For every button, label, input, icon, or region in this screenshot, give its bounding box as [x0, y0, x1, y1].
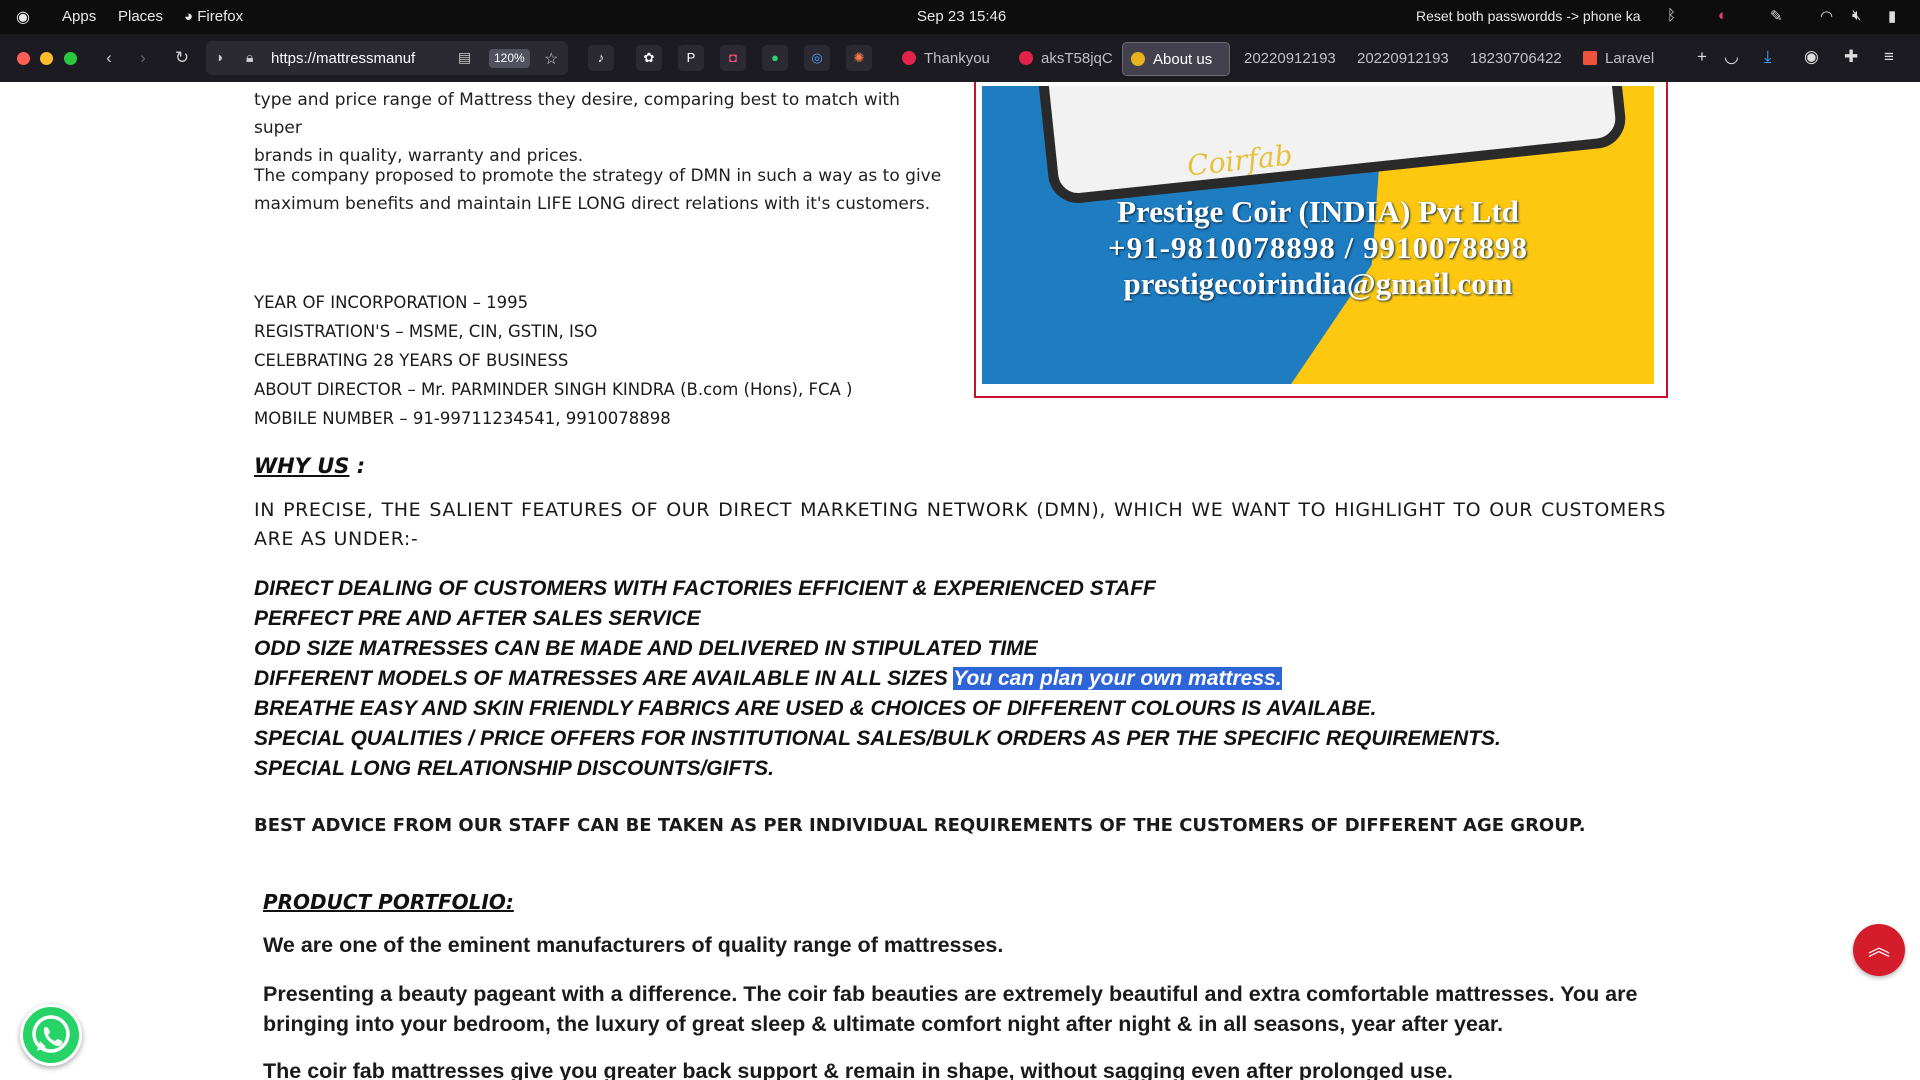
pinned-tab-openai-icon[interactable]: ✿ — [636, 45, 662, 71]
pen-icon[interactable]: ✎ — [1770, 7, 1783, 25]
forward-icon[interactable]: › — [131, 46, 155, 70]
why-us-heading: WHY US : — [254, 454, 366, 478]
fact-item: REGISTRATION'S – MSME, CIN, GSTIN, ISO — [254, 322, 598, 341]
pinned-tab-whatsapp-icon[interactable]: ● — [762, 45, 788, 71]
advice-statement: BEST ADVICE FROM OUR STAFF CAN BE TAKEN … — [254, 815, 1586, 836]
clock[interactable]: Sep 23 15:46 — [917, 8, 1006, 25]
product-portfolio-heading: PRODUCT PORTFOLIO: — [263, 890, 514, 914]
banner-phones: +91-9810078898 / 9910078898 — [1107, 230, 1529, 265]
strategy-paragraph: The company proposed to promote the stra… — [254, 166, 942, 214]
portfolio-paragraph: The coir fab mattresses give you greater… — [263, 1059, 1453, 1080]
wifi-icon[interactable]: ◠ — [1820, 7, 1833, 25]
tab-1[interactable]: aksT58jqC — [1011, 42, 1121, 74]
tab-3[interactable]: 20220912193 — [1236, 42, 1342, 74]
feature-item: PERFECT PRE AND AFTER SALES SERVICE — [254, 607, 701, 630]
fact-item: CELEBRATING 28 YEARS OF BUSINESS — [254, 351, 569, 370]
banner-email: prestigecoirindia@gmail.com — [1123, 266, 1513, 301]
system-top-bar: ◉ Apps Places ◕ Firefox Sep 23 15:46 Res… — [0, 0, 1920, 34]
reader-view-icon[interactable]: ▤ — [458, 49, 471, 66]
fact-item: YEAR OF INCORPORATION – 1995 — [254, 293, 529, 312]
bookmark-star-icon[interactable]: ☆ — [544, 49, 558, 69]
tab-6[interactable]: Laravel — [1575, 42, 1681, 74]
whatsapp-icon — [32, 1015, 70, 1053]
tab-5[interactable]: 18230706422 — [1462, 42, 1568, 74]
pinned-tab-audio-icon[interactable]: ♪ — [588, 45, 614, 71]
intro-paragraph: type and price range of Mattress they de… — [254, 90, 900, 166]
feature-item: SPECIAL QUALITIES / PRICE OFFERS FOR INS… — [254, 727, 1501, 750]
new-tab-icon[interactable]: + — [1697, 47, 1707, 67]
pinned-tab-pocket-icon[interactable]: ◘ — [720, 45, 746, 71]
feature-item: ODD SIZE MATRESSES CAN BE MADE AND DELIV… — [254, 637, 1038, 660]
pinned-tab-compass-icon[interactable]: ◎ — [804, 45, 830, 71]
portfolio-paragraph: We are one of the eminent manufacturers … — [263, 933, 1004, 957]
back-icon[interactable]: ‹ — [97, 46, 121, 70]
downloads-icon[interactable]: ⤓ — [1764, 47, 1772, 67]
app-indicator-icon[interactable]: ◐ — [1718, 7, 1727, 24]
fact-item: ABOUT DIRECTOR – Mr. PARMINDER SINGH KIN… — [254, 380, 853, 399]
pinned-tab-burst-icon[interactable]: ✺ — [846, 45, 872, 71]
whatsapp-chat-button[interactable] — [20, 1004, 82, 1066]
tab-4[interactable]: 20220912193 — [1349, 42, 1455, 74]
minimize-window-button[interactable] — [40, 52, 53, 65]
feature-item: SPECIAL LONG RELATIONSHIP DISCOUNTS/GIFT… — [254, 757, 774, 780]
fact-item: MOBILE NUMBER – 91-99711234541, 99100788… — [254, 409, 671, 428]
pinned-tab-p-icon[interactable]: P — [678, 45, 704, 71]
tab-0[interactable]: Thankyou — [894, 42, 1004, 74]
tab-favicon-icon — [1019, 51, 1033, 65]
portfolio-paragraph: Presenting a beauty pageant with a diffe… — [263, 982, 1638, 1036]
url-text[interactable]: https://mattressmanuf — [271, 50, 435, 67]
scroll-to-top-button[interactable]: ︽ — [1853, 924, 1905, 976]
banner-company: Prestige Coir (INDIA) Pvt Ltd — [1117, 194, 1519, 229]
pocket-icon[interactable]: ◡ — [1724, 47, 1739, 67]
firefox-app-menu[interactable]: ◕ Firefox — [184, 8, 243, 25]
tab-favicon-icon — [1131, 52, 1145, 66]
tab-2-active[interactable]: About us — [1122, 42, 1230, 76]
maximize-window-button[interactable] — [64, 52, 77, 65]
page-content: type and price range of Mattress they de… — [0, 82, 1920, 1080]
feature-item: BREATHE EASY AND SKIN FRIENDLY FABRICS A… — [254, 697, 1377, 720]
account-icon[interactable]: ◉ — [1804, 47, 1819, 67]
tab-favicon-icon — [1583, 51, 1597, 65]
volume-muted-icon[interactable]: 🔇︎ — [1852, 7, 1861, 24]
tracking-shield-icon[interactable]: ◗ — [216, 49, 224, 65]
close-window-button[interactable] — [17, 52, 30, 65]
double-chevron-up-icon: ︽ — [1867, 936, 1890, 961]
browser-toolbar: ‹ › ↻ ◗ 🔒︎ https://mattressmanuf ▤ 120% … — [0, 34, 1920, 82]
company-banner-image: Coirfab Prestige Coir (INDIA) Pvt Ltd +9… — [974, 82, 1668, 398]
activities-icon[interactable]: ◉ — [16, 7, 30, 27]
zoom-level[interactable]: 120% — [489, 49, 530, 68]
feature-item: DIFFERENT MODELS OF MATRESSES ARE AVAILA… — [254, 667, 1282, 690]
apps-menu[interactable]: Apps — [62, 8, 96, 25]
extensions-icon[interactable]: ✚ — [1844, 47, 1858, 67]
notification-text[interactable]: Reset both passwordds -> phone ka — [1416, 8, 1641, 24]
url-bar[interactable]: ◗ 🔒︎ https://mattressmanuf ▤ 120% ☆ — [206, 41, 568, 75]
menu-icon[interactable]: ≡ — [1884, 47, 1894, 67]
places-menu[interactable]: Places — [118, 8, 163, 25]
reload-icon[interactable]: ↻ — [170, 46, 194, 70]
tab-favicon-icon — [902, 51, 916, 65]
bluetooth-icon[interactable]: ᛒ — [1667, 7, 1676, 24]
battery-icon[interactable]: ▮ — [1888, 7, 1896, 25]
features-list: DIRECT DEALING OF CUSTOMERS WITH FACTORI… — [254, 574, 1501, 784]
firefox-icon: ◕ — [184, 8, 198, 25]
selected-text[interactable]: You can plan your own mattress. — [953, 667, 1282, 690]
feature-item: DIRECT DEALING OF CUSTOMERS WITH FACTORI… — [254, 577, 1156, 600]
salient-features-intro: IN PRECISE, THE SALIENT FEATURES OF OUR … — [254, 499, 1666, 550]
lock-icon[interactable]: 🔒︎ — [246, 49, 253, 66]
company-facts: YEAR OF INCORPORATION – 1995 REGISTRATIO… — [254, 288, 852, 433]
